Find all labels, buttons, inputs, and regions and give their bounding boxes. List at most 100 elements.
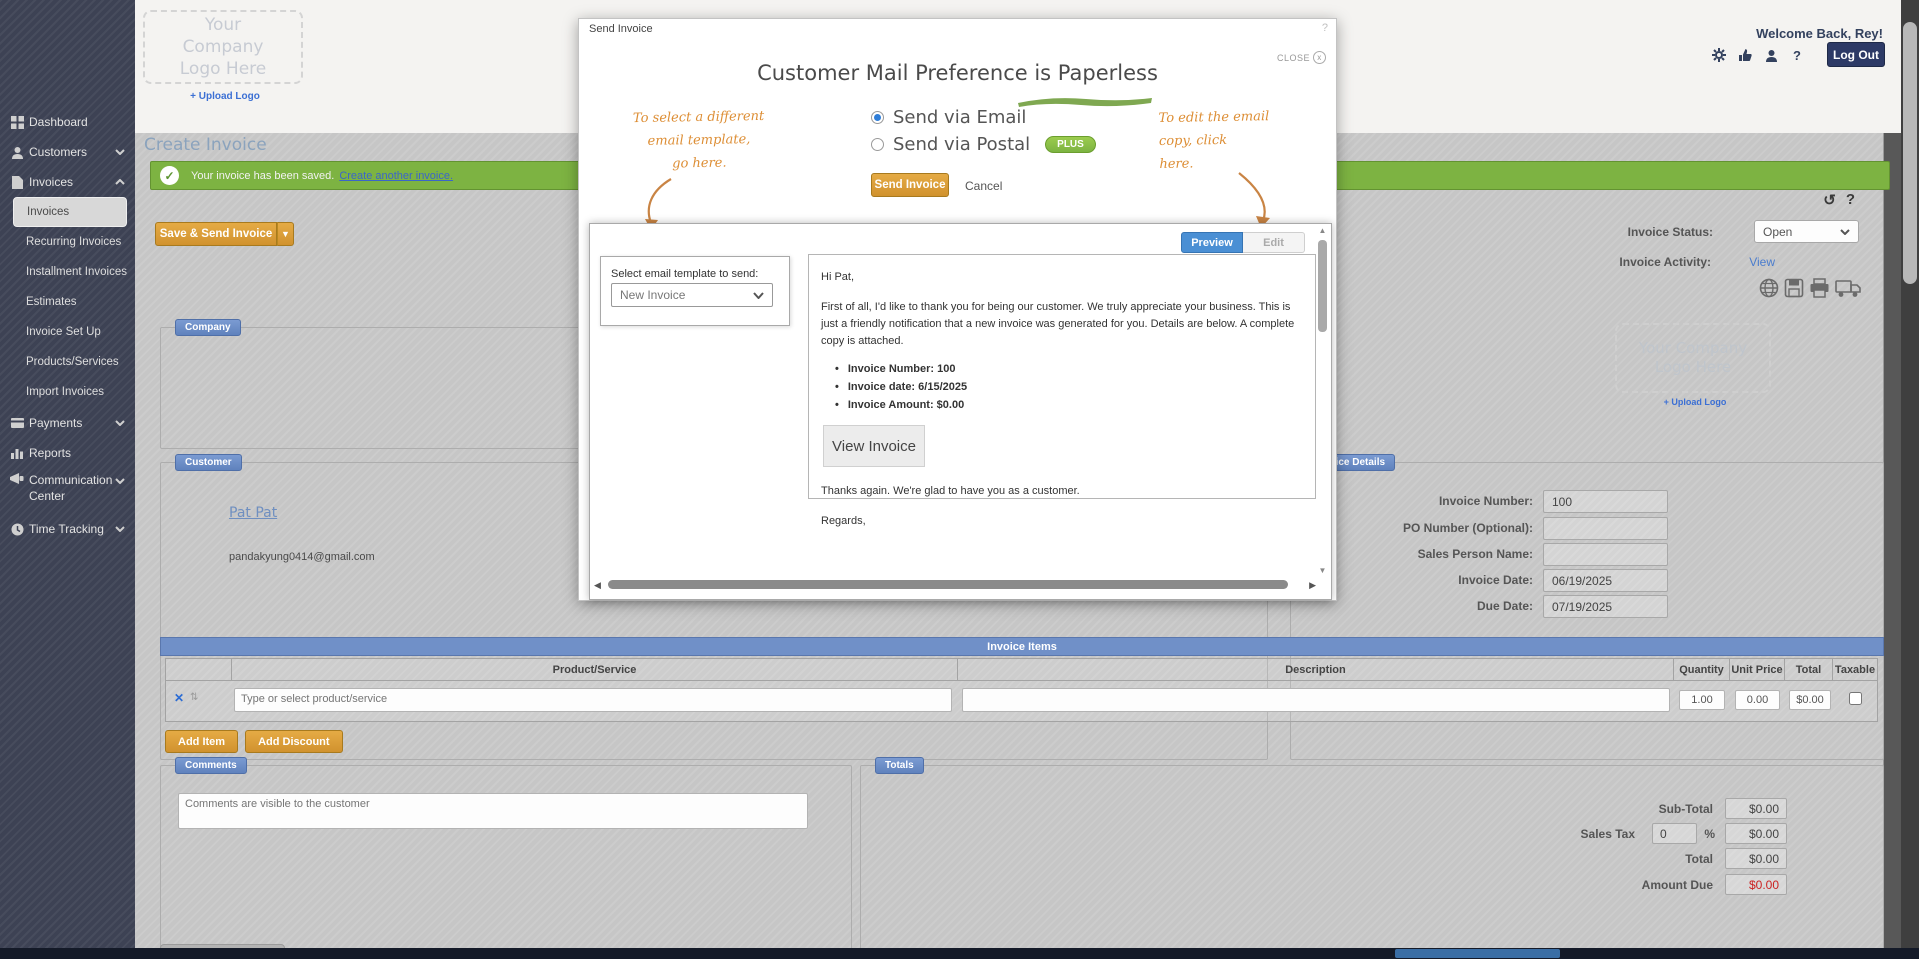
- delete-item-icon[interactable]: ✕: [174, 691, 184, 705]
- invoice-number-row: Invoice Number: 100: [1291, 490, 1883, 513]
- scroll-down-icon[interactable]: ▼: [1316, 566, 1329, 575]
- sidebar-subitem-invoices[interactable]: Invoices: [13, 197, 127, 227]
- sales-tax-rate-input[interactable]: 0: [1652, 823, 1697, 844]
- sales-person-field[interactable]: [1543, 543, 1668, 566]
- sidebar-subitem-invoice-set-up[interactable]: Invoice Set Up: [26, 320, 135, 344]
- sidebar: Dashboard Customers Invoices Invoices Re…: [0, 0, 135, 948]
- sales-tax-row: Sales Tax 0 % $0.00: [853, 823, 1875, 844]
- sales-tax-label: Sales Tax: [1581, 827, 1635, 841]
- sidebar-subitem-installment-invoices[interactable]: Installment Invoices: [26, 260, 135, 284]
- megaphone-icon: [9, 473, 25, 484]
- sidebar-subitem-estimates[interactable]: Estimates: [26, 290, 135, 314]
- modal-send-invoice-button[interactable]: Send Invoice: [871, 173, 949, 197]
- invoice-date-row: Invoice Date: 06/19/2025: [1291, 569, 1883, 592]
- product-service-input[interactable]: [234, 688, 952, 712]
- sidebar-item-customers[interactable]: Customers: [0, 139, 135, 165]
- send-via-postal-label: Send via Postal: [893, 134, 1030, 155]
- invoice-activity-view-link[interactable]: View: [1749, 255, 1775, 269]
- history-icon[interactable]: ↺: [1823, 191, 1836, 209]
- radio-selected-icon[interactable]: [871, 111, 884, 124]
- template-select[interactable]: New Invoice: [611, 283, 773, 307]
- modal-heading: Customer Mail Preference is Paperless: [579, 61, 1336, 85]
- scrollbar-thumb[interactable]: [1318, 240, 1327, 332]
- upload-logo-link[interactable]: + Upload Logo: [175, 91, 275, 102]
- scroll-right-icon[interactable]: ▶: [1309, 580, 1316, 591]
- note-line: email template,: [624, 128, 774, 153]
- invoice-status-select[interactable]: Open: [1754, 220, 1859, 243]
- create-another-invoice-link[interactable]: Create another invoice.: [339, 170, 453, 182]
- scrollbar-thumb[interactable]: [608, 580, 1288, 589]
- drag-handle-icon[interactable]: ⇅: [190, 692, 198, 703]
- total-label: Total: [1685, 852, 1713, 866]
- scrollbar-thumb[interactable]: [1395, 949, 1560, 958]
- modal-help-icon[interactable]: ?: [1322, 22, 1328, 34]
- invoice-date-label: Invoice Date:: [1458, 573, 1533, 587]
- panel-vertical-scrollbar[interactable]: ▲ ▼: [1316, 226, 1329, 598]
- sidebar-subitem-label: Products/Services: [26, 356, 119, 368]
- save-send-dropdown-arrow[interactable]: ▼: [277, 222, 294, 246]
- tools-column-header: [166, 659, 232, 681]
- quantity-field[interactable]: 1.00: [1679, 690, 1725, 710]
- upload-logo-link[interactable]: + Upload Logo: [1645, 397, 1745, 407]
- save-pdf-icon[interactable]: [1784, 278, 1804, 303]
- user-icon[interactable]: [1763, 47, 1779, 63]
- chevron-down-icon: [1840, 229, 1850, 235]
- scrollbar-thumb[interactable]: [1903, 22, 1917, 284]
- amount-due-row: Amount Due $0.00: [853, 874, 1875, 895]
- gear-icon[interactable]: [1711, 47, 1727, 63]
- taxable-checkbox[interactable]: [1849, 692, 1862, 705]
- scroll-left-icon[interactable]: ◀: [594, 580, 601, 591]
- subtotal-row: Sub-Total $0.00: [853, 798, 1875, 819]
- chevron-down-icon: [115, 526, 125, 532]
- add-item-button[interactable]: Add Item: [165, 730, 238, 753]
- invoice-status-label: Invoice Status:: [1628, 225, 1713, 239]
- view-invoice-button[interactable]: View Invoice: [823, 425, 925, 467]
- page-vertical-scrollbar[interactable]: [1901, 0, 1919, 948]
- page-horizontal-scrollbar[interactable]: [0, 948, 1919, 959]
- radio-unselected-icon[interactable]: [871, 138, 884, 151]
- logo-placeholder-text: Your Company Logo Here: [1633, 339, 1753, 378]
- logout-button[interactable]: Log Out: [1827, 42, 1885, 67]
- scroll-up-icon[interactable]: ▲: [1316, 226, 1329, 235]
- comments-input[interactable]: [178, 793, 808, 829]
- thumbs-up-icon[interactable]: [1737, 47, 1753, 63]
- sidebar-subitem-recurring-invoices[interactable]: Recurring Invoices: [26, 230, 135, 254]
- save-send-invoice-button[interactable]: Save & Send Invoice: [155, 222, 277, 246]
- invoice-logo-placeholder[interactable]: Your Company Logo Here: [1615, 323, 1771, 393]
- unit-price-field[interactable]: 0.00: [1735, 690, 1780, 710]
- sidebar-subitem-label: Installment Invoices: [26, 266, 127, 278]
- product-service-header: Product/Service: [232, 659, 958, 681]
- sidebar-item-label: Communication Center: [29, 473, 107, 504]
- description-input[interactable]: [962, 688, 1670, 712]
- send-via-email-option[interactable]: Send via Email: [871, 107, 1026, 128]
- add-discount-button[interactable]: Add Discount: [245, 730, 343, 753]
- due-date-field[interactable]: 07/19/2025: [1543, 595, 1668, 618]
- truck-icon[interactable]: [1835, 278, 1861, 303]
- tab-edit[interactable]: Edit: [1243, 232, 1305, 253]
- person-icon: [9, 146, 25, 159]
- sidebar-item-time-tracking[interactable]: Time Tracking: [0, 516, 135, 542]
- help-icon[interactable]: ?: [1789, 47, 1805, 63]
- customer-name-link[interactable]: Pat Pat: [229, 505, 277, 521]
- sidebar-subitem-products-services[interactable]: Products/Services: [26, 350, 135, 374]
- printer-icon[interactable]: [1809, 278, 1830, 303]
- sidebar-subitem-import-invoices[interactable]: Import Invoices: [26, 380, 135, 404]
- invoice-activity-label: Invoice Activity:: [1619, 255, 1711, 269]
- panel-horizontal-scrollbar[interactable]: ◀ ▶: [594, 578, 1316, 592]
- globe-icon[interactable]: [1759, 278, 1779, 303]
- sidebar-item-dashboard[interactable]: Dashboard: [0, 109, 135, 135]
- send-via-postal-option[interactable]: Send via Postal PLUS: [871, 134, 1096, 155]
- sidebar-item-reports[interactable]: Reports: [0, 440, 135, 466]
- sidebar-item-invoices[interactable]: Invoices: [0, 169, 135, 195]
- invoice-number-field[interactable]: 100: [1543, 490, 1668, 513]
- document-icon: [9, 176, 25, 189]
- modal-cancel-button[interactable]: Cancel: [965, 179, 1002, 193]
- sidebar-item-payments[interactable]: Payments: [0, 410, 135, 436]
- po-number-field[interactable]: [1543, 517, 1668, 540]
- company-logo-placeholder[interactable]: Your Company Logo Here: [143, 10, 303, 84]
- invoice-date-field[interactable]: 06/19/2025: [1543, 569, 1668, 592]
- email-regards: Regards,: [821, 513, 1303, 530]
- sidebar-item-communication-center[interactable]: Communication Center: [0, 468, 135, 508]
- help-icon[interactable]: ?: [1846, 191, 1855, 209]
- tab-preview[interactable]: Preview: [1181, 232, 1243, 253]
